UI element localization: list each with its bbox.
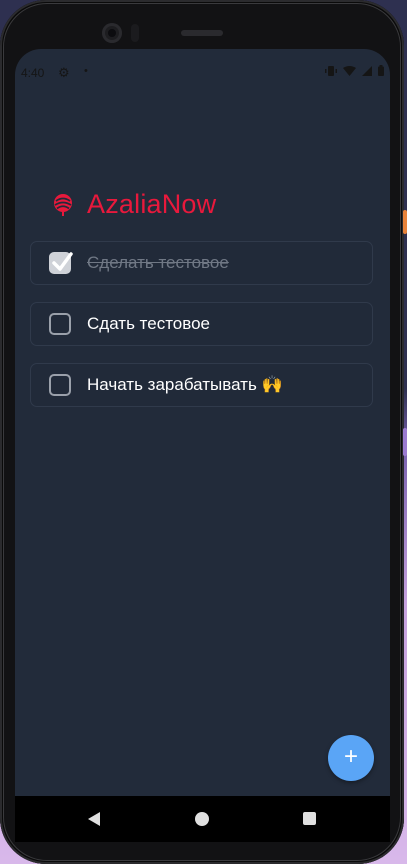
status-bar: 4:40 ⚙ • xyxy=(15,62,390,84)
battery-icon xyxy=(378,65,384,79)
volume-button xyxy=(403,428,407,456)
wifi-icon xyxy=(343,65,356,79)
app-title: AzaliaNow xyxy=(87,189,217,219)
todo-item[interactable]: Сделать тестовое xyxy=(30,241,373,285)
todo-item[interactable]: Сдать тестовое xyxy=(30,302,373,346)
android-nav-bar xyxy=(15,796,390,842)
add-todo-button[interactable]: + xyxy=(328,735,374,781)
todo-checkbox[interactable] xyxy=(49,313,71,335)
app-header: AzaliaNow xyxy=(51,189,216,220)
back-icon[interactable] xyxy=(88,812,100,826)
status-icons xyxy=(325,65,384,79)
todo-text: Сделать тестовое xyxy=(87,253,229,272)
todo-checkbox-checked[interactable] xyxy=(49,252,73,274)
power-button xyxy=(403,210,407,234)
todo-text: Сдать тестовое xyxy=(87,314,210,333)
phone-frame: 4:40 ⚙ • AzaliaNow Сделать тестовое Сдат… xyxy=(0,0,407,864)
todo-item[interactable]: Начать зарабатывать 🙌 xyxy=(30,363,373,407)
home-icon[interactable] xyxy=(195,812,209,826)
recents-icon[interactable] xyxy=(303,812,316,825)
earpiece-speaker xyxy=(181,30,223,36)
sensor xyxy=(131,24,139,42)
cellular-signal-icon xyxy=(362,65,372,79)
todo-text: Начать зарабатывать 🙌 xyxy=(87,375,283,394)
todo-checkbox[interactable] xyxy=(49,374,71,396)
app-screen: 4:40 ⚙ • AzaliaNow Сделать тестовое Сдат… xyxy=(15,49,390,842)
notification-dot-icon: • xyxy=(84,65,88,77)
vibrate-icon xyxy=(325,65,337,79)
settings-gear-icon: ⚙ xyxy=(58,65,70,80)
front-camera xyxy=(102,23,122,43)
status-time: 4:40 xyxy=(21,66,45,80)
rose-icon xyxy=(51,193,75,217)
